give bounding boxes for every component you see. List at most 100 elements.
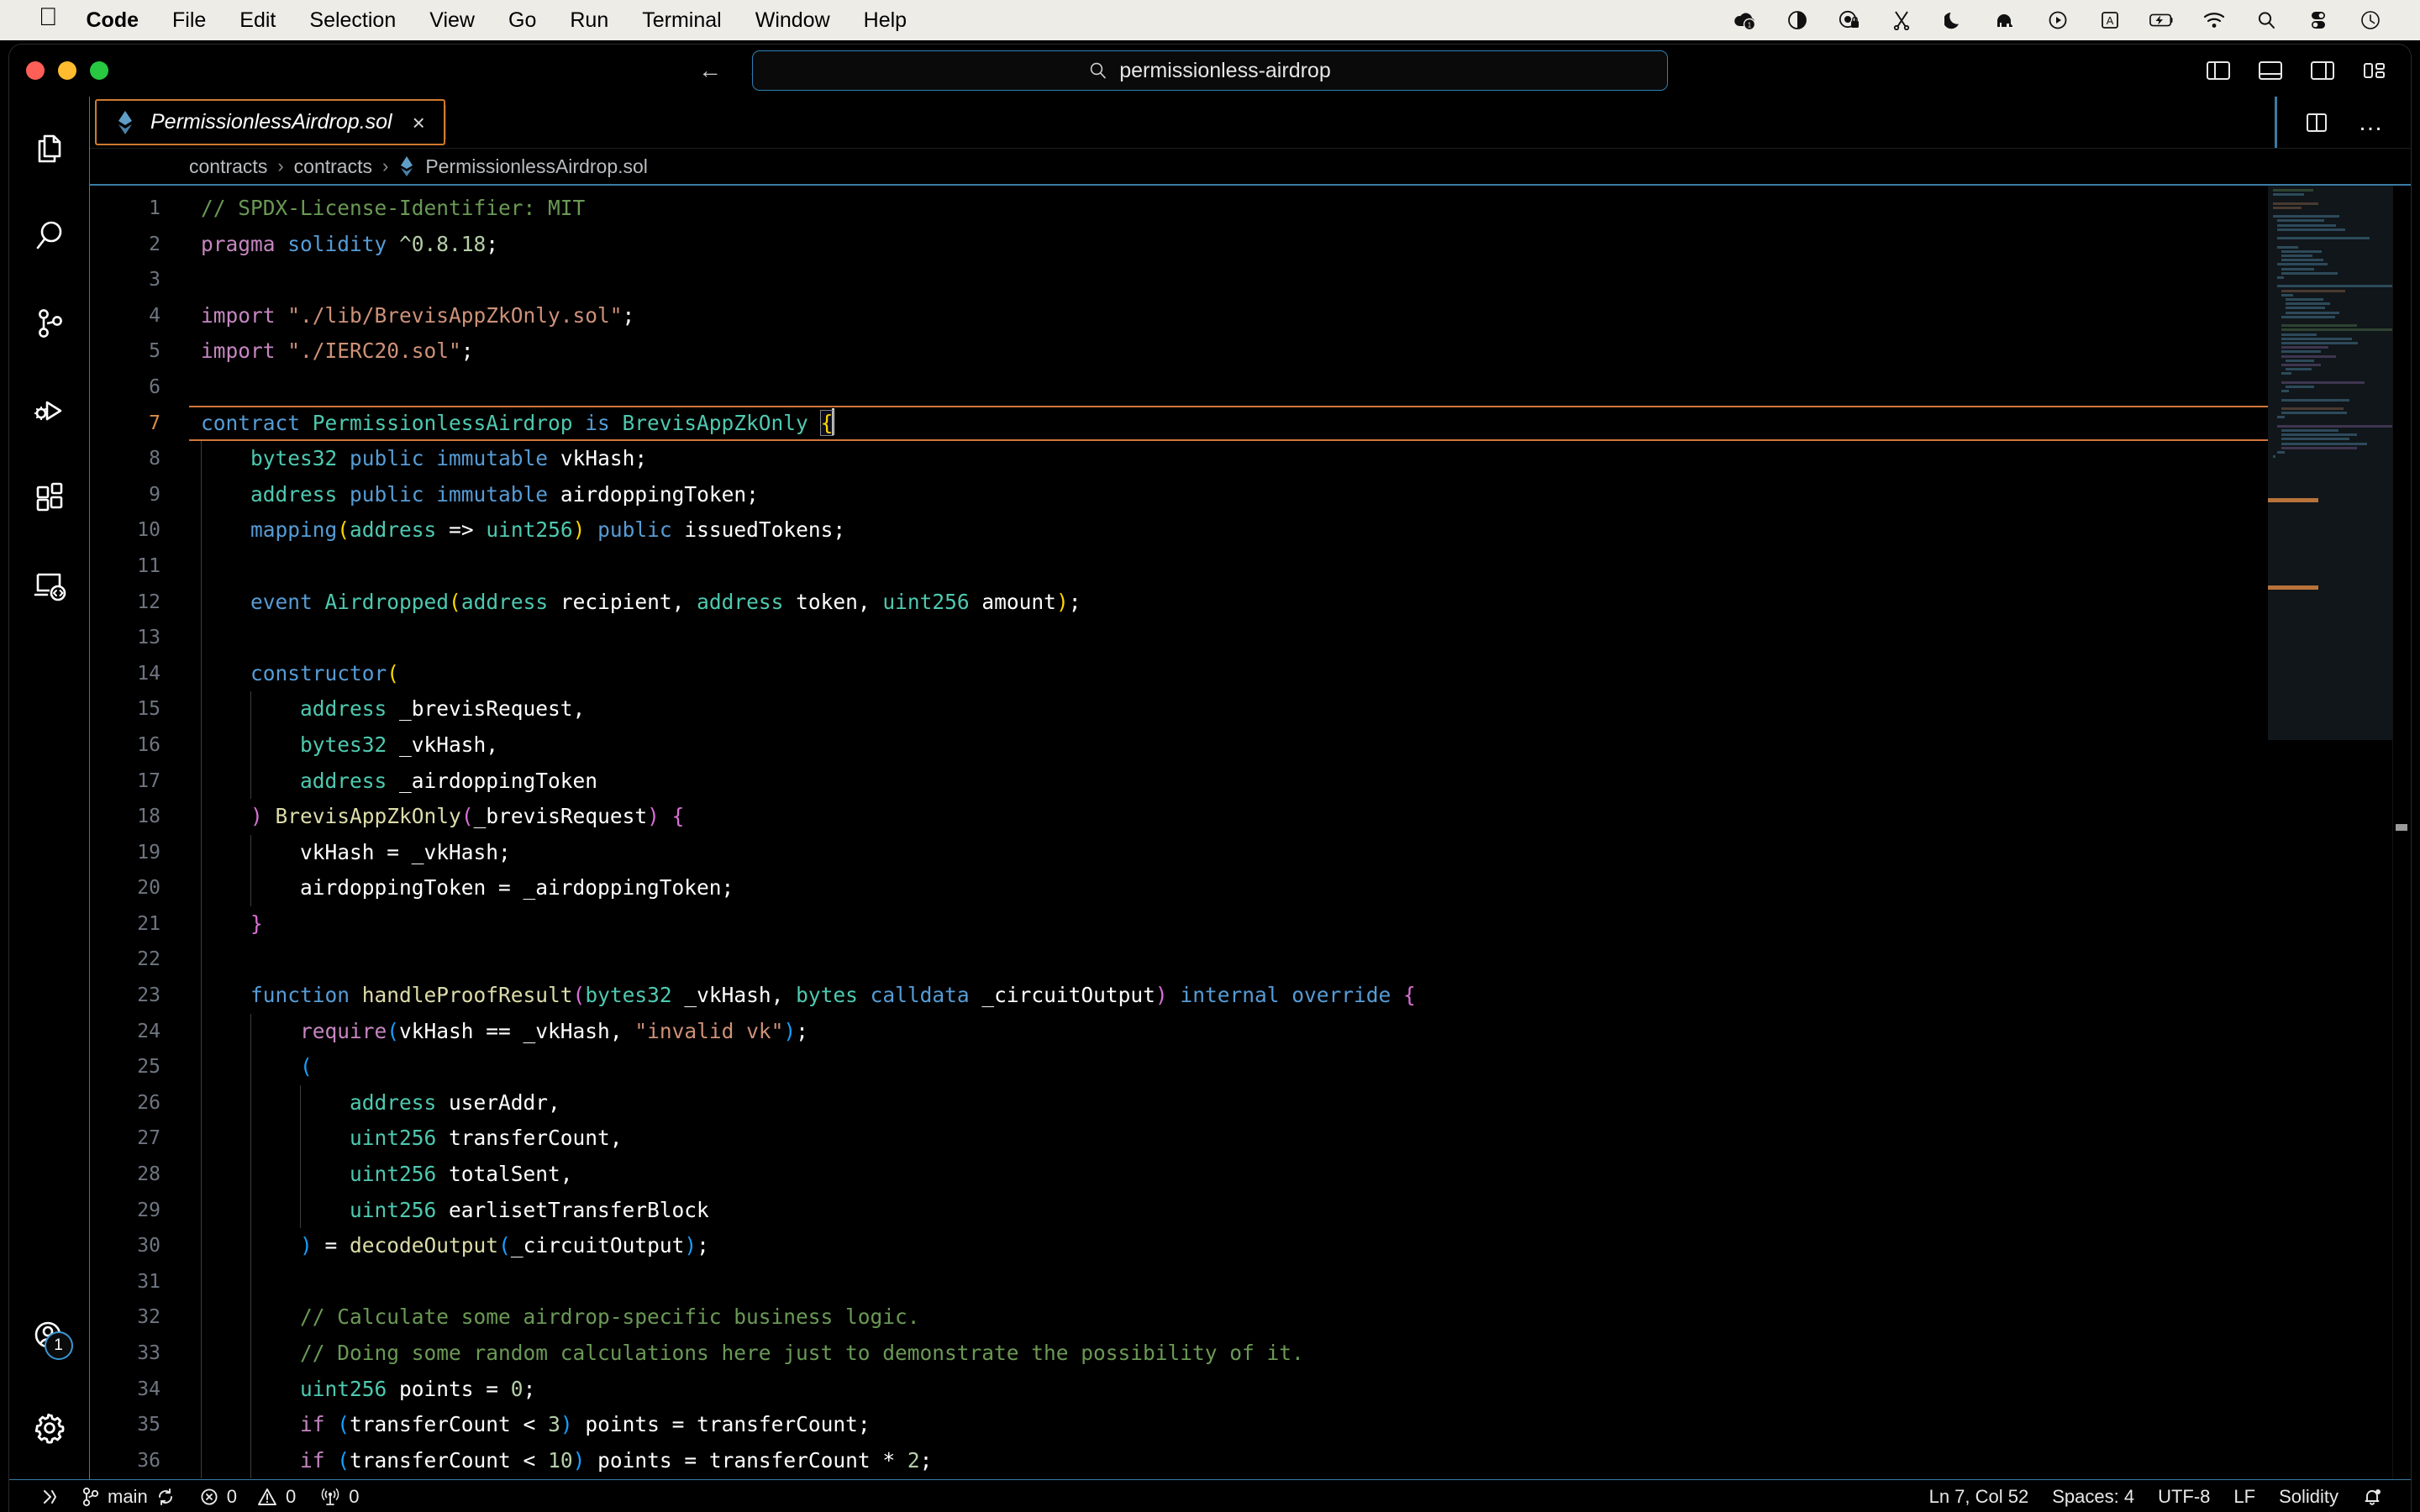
minimap-line	[2273, 455, 2276, 459]
code-line[interactable]: 30 ) = decodeOutput(_circuitOutput);	[90, 1228, 2268, 1264]
code-line[interactable]: 24 require(vkHash == _vkHash, "invalid v…	[90, 1013, 2268, 1050]
code-line[interactable]: 35 if (transferCount < 3) points = trans…	[90, 1407, 2268, 1443]
toggle-panel-icon[interactable]	[2258, 60, 2283, 81]
code-line[interactable]: 3	[90, 262, 2268, 298]
code-line[interactable]: 2 pragma solidity ^0.8.18;	[90, 227, 2268, 263]
editor-scrollbar[interactable]	[2392, 186, 2411, 1479]
sidebar-item-run-and-debug[interactable]	[9, 369, 90, 456]
minimap[interactable]	[2268, 186, 2411, 1479]
status-remote-host[interactable]	[26, 1480, 70, 1512]
minimize-window-button[interactable]	[58, 61, 76, 80]
elephant-icon[interactable]	[1993, 8, 2018, 33]
code-line[interactable]: 26 address userAddr,	[90, 1084, 2268, 1121]
code-line[interactable]: 21 }	[90, 906, 2268, 942]
sidebar-item-manage-settings[interactable]	[9, 1380, 90, 1479]
code-line[interactable]: 12 event Airdropped(address recipient, a…	[90, 584, 2268, 621]
breadcrumb-item-2[interactable]: PermissionlessAirdrop.sol	[425, 155, 648, 178]
code-line[interactable]: 7 contract PermissionlessAirdrop is Brevi…	[90, 405, 2268, 442]
menu-item-run[interactable]: Run	[570, 8, 608, 33]
menu-item-selection[interactable]: Selection	[309, 8, 396, 33]
status-language-mode[interactable]: Solidity	[2267, 1480, 2350, 1512]
code-line[interactable]: 16 bytes32 _vkHash,	[90, 727, 2268, 764]
spotlight-search-icon[interactable]	[2254, 8, 2279, 33]
code-line[interactable]: 22	[90, 942, 2268, 979]
menu-item-window[interactable]: Window	[755, 8, 830, 33]
menu-item-edit[interactable]: Edit	[239, 8, 276, 33]
battery-charging-icon[interactable]	[2149, 8, 2175, 33]
close-window-button[interactable]	[26, 61, 45, 80]
code-line[interactable]: 34 uint256 points = 0;	[90, 1371, 2268, 1408]
status-ports[interactable]: 0	[308, 1480, 371, 1512]
code-line[interactable]: 4 import "./lib/BrevisAppZkOnly.sol";	[90, 298, 2268, 334]
control-center-icon[interactable]	[2306, 8, 2331, 33]
code-line[interactable]: 5 import "./IERC20.sol";	[90, 333, 2268, 370]
code-editor[interactable]: 1 // SPDX-License-Identifier: MIT 2 pragma …	[90, 186, 2268, 1479]
code-line[interactable]: 18 ) BrevisAppZkOnly(_brevisRequest) {	[90, 799, 2268, 835]
code-line[interactable]: 1 // SPDX-License-Identifier: MIT	[90, 191, 2268, 227]
menu-item-terminal[interactable]: Terminal	[642, 8, 721, 33]
contrast-icon[interactable]	[1785, 8, 1810, 33]
status-eol[interactable]: LF	[2222, 1480, 2267, 1512]
code-line[interactable]: 31	[90, 1263, 2268, 1300]
code-line[interactable]: 33 // Doing some random calculations her…	[90, 1336, 2268, 1372]
sidebar-item-explorer[interactable]	[9, 107, 90, 194]
code-line[interactable]: 17 address _airdoppingToken	[90, 763, 2268, 800]
code-line[interactable]: 29 uint256 earlisetTransferBlock	[90, 1192, 2268, 1229]
code-line[interactable]: 11	[90, 548, 2268, 585]
toggle-secondary-sidebar-icon[interactable]	[2310, 60, 2335, 81]
maximize-window-button[interactable]	[90, 61, 108, 80]
lock-record-icon[interactable]	[1837, 8, 1862, 33]
code-line[interactable]: 13	[90, 620, 2268, 656]
status-indentation[interactable]: Spaces: 4	[2040, 1480, 2146, 1512]
moon-icon[interactable]	[1941, 8, 1966, 33]
tab-permissionlessairdrop-sol[interactable]: PermissionlessAirdrop.sol ×	[95, 99, 445, 145]
code-line[interactable]: 6	[90, 370, 2268, 406]
code-line[interactable]: 15 address _brevisRequest,	[90, 691, 2268, 727]
close-icon[interactable]: ×	[413, 112, 425, 134]
command-center[interactable]: permissionless-airdrop	[752, 50, 1668, 91]
code-line[interactable]: 9 address public immutable airdoppingTok…	[90, 476, 2268, 513]
menu-item-help[interactable]: Help	[864, 8, 907, 33]
cloud-sync-badge-icon[interactable]: 1	[1733, 8, 1758, 33]
status-editor-position[interactable]: Ln 7, Col 52	[1918, 1480, 2041, 1512]
apple-menu-icon[interactable]: 	[39, 5, 58, 30]
play-circle-icon[interactable]	[2045, 8, 2070, 33]
breadcrumb-item-1[interactable]: contracts	[294, 155, 372, 178]
customize-layout-icon[interactable]	[2362, 60, 2387, 81]
editor-content: 1 // SPDX-License-Identifier: MIT 2 pragma …	[90, 186, 2411, 1479]
code-line[interactable]: 25 (	[90, 1049, 2268, 1085]
sidebar-item-search[interactable]	[9, 194, 90, 281]
breadcrumb-item-0[interactable]: contracts	[189, 155, 267, 178]
code-line[interactable]: 23 function handleProofResult(bytes32 _v…	[90, 978, 2268, 1014]
code-line[interactable]: 20 airdoppingToken = _airdoppingToken;	[90, 870, 2268, 906]
code-line[interactable]: 27 uint256 transferCount,	[90, 1121, 2268, 1158]
code-line[interactable]: 36 if (transferCount < 10) points = tran…	[90, 1442, 2268, 1479]
status-notifications[interactable]	[2350, 1480, 2394, 1512]
wifi-icon[interactable]	[2202, 8, 2227, 33]
split-editor-icon[interactable]	[2304, 112, 2329, 134]
code-line[interactable]: 28 uint256 totalSent,	[90, 1157, 2268, 1193]
sidebar-item-source-control[interactable]	[9, 281, 90, 369]
code-line[interactable]: 32 // Calculate some airdrop-specific bu…	[90, 1299, 2268, 1336]
go-back-icon[interactable]: ←	[698, 59, 722, 82]
scissors-icon[interactable]	[1889, 8, 1914, 33]
menu-item-code[interactable]: Code	[87, 8, 139, 33]
input-source-a-icon[interactable]: A	[2097, 8, 2123, 33]
code-line-text: constructor(	[250, 660, 400, 685]
code-line[interactable]: 14 constructor(	[90, 655, 2268, 692]
code-line[interactable]: 10 mapping(address => uint256) public is…	[90, 512, 2268, 549]
status-branch[interactable]: main	[70, 1480, 187, 1512]
code-line[interactable]: 8 bytes32 public immutable vkHash;	[90, 441, 2268, 477]
code-line[interactable]: 19 vkHash = _vkHash;	[90, 834, 2268, 871]
sidebar-item-accounts[interactable]: 1	[9, 1293, 90, 1380]
status-encoding[interactable]: UTF-8	[2146, 1480, 2222, 1512]
menu-item-go[interactable]: Go	[508, 8, 536, 33]
sidebar-item-extensions[interactable]	[9, 456, 90, 543]
sidebar-item-remote-explorer[interactable]	[9, 543, 90, 631]
toggle-primary-sidebar-icon[interactable]	[2206, 60, 2231, 81]
clock-icon[interactable]	[2358, 8, 2383, 33]
more-actions-icon[interactable]: …	[2358, 110, 2386, 135]
status-problems[interactable]: 0 0	[187, 1480, 308, 1512]
menu-item-view[interactable]: View	[429, 8, 475, 33]
menu-item-file[interactable]: File	[172, 8, 206, 33]
